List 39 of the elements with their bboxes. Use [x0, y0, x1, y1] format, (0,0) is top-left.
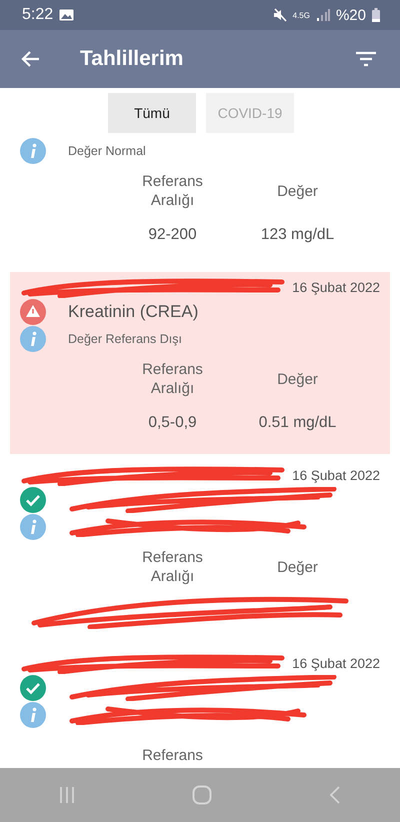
- result-note: Değer Normal: [68, 144, 146, 158]
- image-icon: [59, 9, 74, 21]
- result-note: Değer Referans Dışı: [68, 332, 182, 346]
- mute-icon: [272, 8, 287, 22]
- filter-icon: [356, 51, 376, 67]
- signal-icon: [316, 9, 330, 21]
- recent-apps-icon: [58, 786, 75, 804]
- reference-range-header: Referans: [142, 746, 203, 766]
- info-icon: [20, 514, 46, 540]
- value-header: Değer: [277, 370, 318, 390]
- network-type: 4.5G: [292, 10, 310, 20]
- result-card[interactable]: 16 Şubat 2022 Referans Aralığı Değer: [10, 460, 390, 642]
- result-value: 123 mg/dL: [260, 226, 334, 244]
- result-value: 0.51 mg/dL: [258, 414, 336, 432]
- test-name: Kreatinin (CREA): [68, 302, 198, 322]
- info-icon: [20, 138, 46, 164]
- reference-range: 92-200: [148, 226, 197, 244]
- status-time: 5:22: [22, 6, 54, 24]
- reference-range: 0,5-0,9: [148, 414, 197, 432]
- battery-icon: [372, 8, 380, 22]
- chevron-left-icon: [329, 786, 342, 804]
- result-date: 16 Şubat 2022: [292, 468, 380, 482]
- highlighted-result-card[interactable]: 16 Şubat 2022 Kreatinin (CREA) Değer Referans Dışı Referans Aralığı Değer 0,5-0,9 0.51 mg/dL: [10, 272, 390, 454]
- reference-range-header: Referans Aralığı: [142, 549, 203, 587]
- info-icon: [20, 326, 46, 352]
- reference-range-header: Referans Aralığı: [142, 173, 203, 211]
- reference-range-header: Referans Aralığı: [142, 361, 203, 399]
- result-card[interactable]: 16 Şubat 2022 Referans: [10, 648, 390, 768]
- result-card[interactable]: Değer Normal Referans Aralığı Değer 92-200 123 mg/dL: [10, 138, 390, 266]
- home-icon: [192, 785, 212, 805]
- value-header: Değer: [277, 558, 318, 578]
- result-date: 16 Şubat 2022: [292, 280, 380, 294]
- page-title: Tahlillerim: [80, 47, 184, 71]
- battery-level: %20: [336, 6, 366, 24]
- filter-tab[interactable]: Tümü: [108, 93, 196, 133]
- result-date: 16 Şubat 2022: [292, 656, 380, 670]
- value-header: Değer: [277, 182, 318, 202]
- info-icon: [20, 702, 46, 728]
- back-arrow-icon: [20, 50, 40, 68]
